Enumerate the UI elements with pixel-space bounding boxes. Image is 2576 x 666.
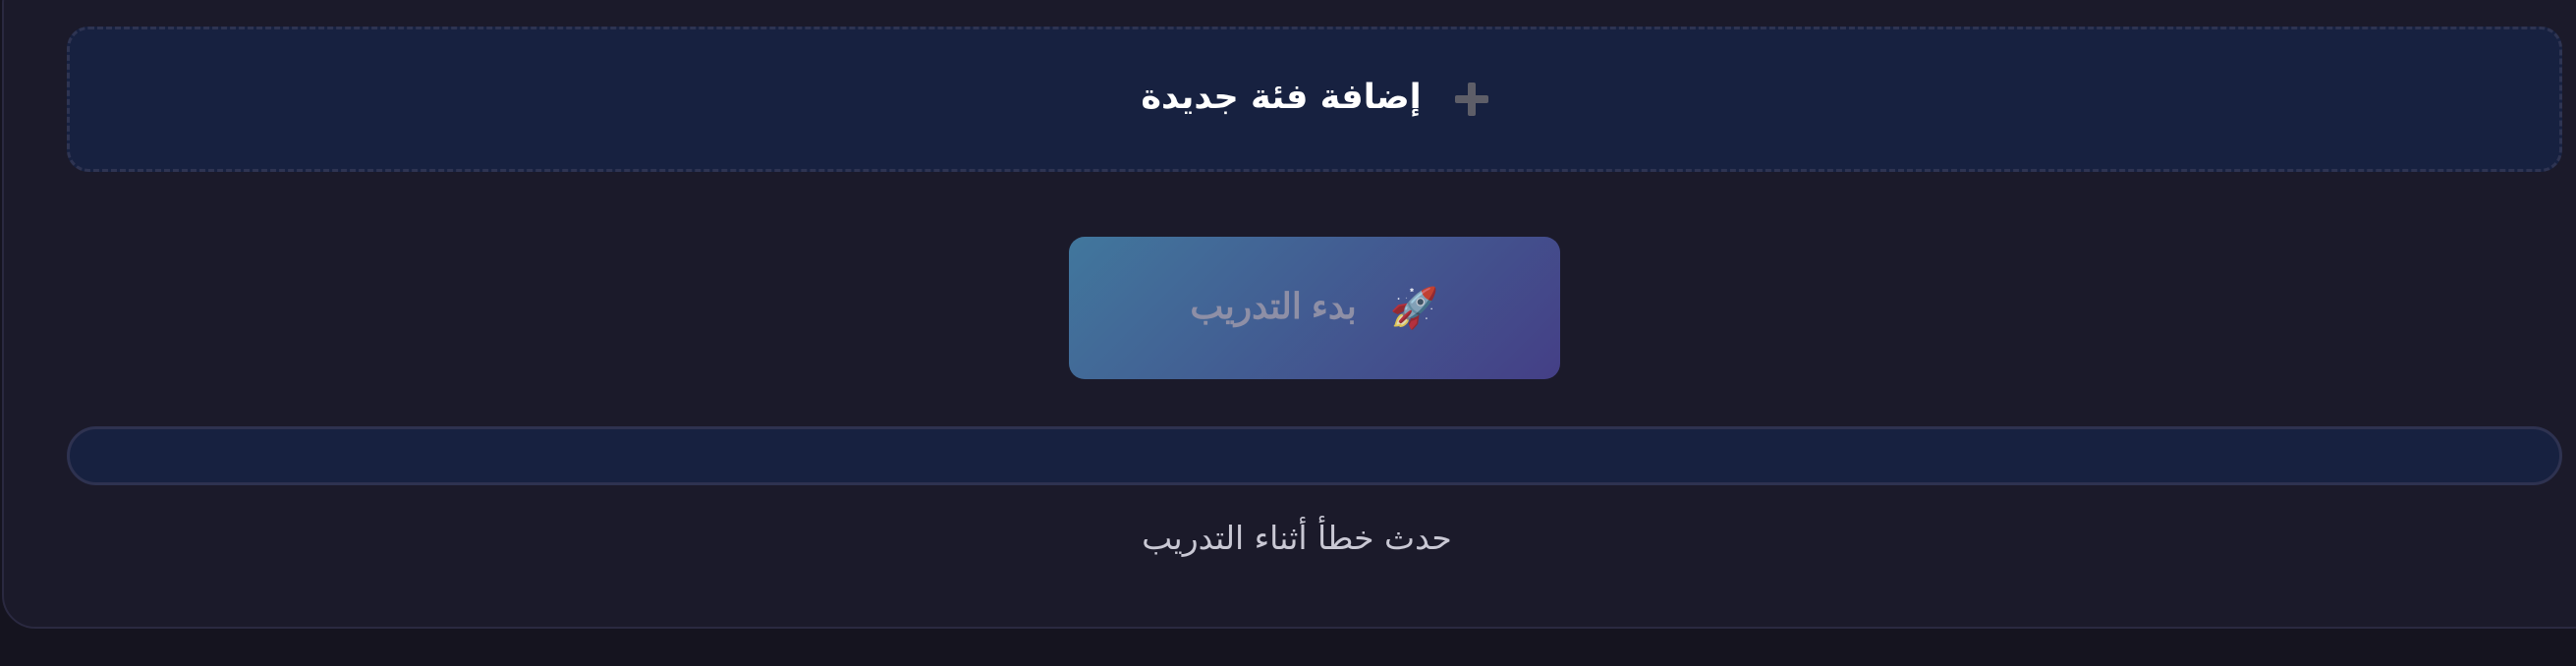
start-training-label: بدء التدريب [1190,285,1357,326]
rocket-icon: 🚀 [1389,286,1439,330]
start-training-button[interactable]: 🚀 بدء التدريب [1069,237,1560,379]
plus-icon [1454,83,1488,116]
add-category-button[interactable]: إضافة فئة جديدة [67,27,2562,172]
training-status-message: حدث خطأ أثناء التدريب [1142,519,1452,557]
add-category-label: إضافة فئة جديدة [1141,78,1422,117]
training-progress-bar [67,426,2562,485]
